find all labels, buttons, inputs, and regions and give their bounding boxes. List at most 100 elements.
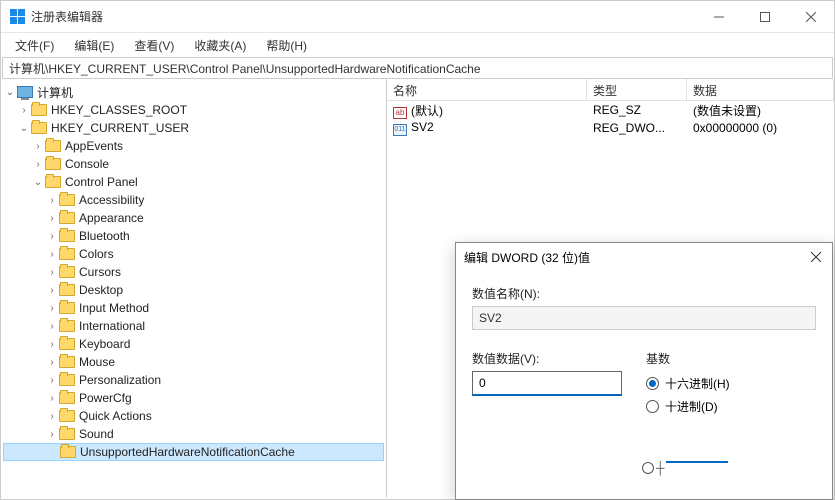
chevron-right-icon[interactable]: ›	[45, 267, 59, 278]
chevron-right-icon[interactable]: ›	[45, 411, 59, 422]
minimize-button[interactable]	[696, 1, 742, 33]
tree-node[interactable]: › Cursors	[3, 263, 384, 281]
menu-view[interactable]: 查看(V)	[126, 35, 182, 56]
tree-node[interactable]: › AppEvents	[3, 137, 384, 155]
chevron-right-icon[interactable]: ›	[45, 285, 59, 296]
chevron-right-icon[interactable]: ›	[45, 195, 59, 206]
col-type[interactable]: 类型	[587, 79, 687, 100]
dialog-title: 编辑 DWORD (32 位)值	[464, 249, 800, 266]
value-name-field[interactable]: SV2	[472, 306, 816, 330]
folder-icon	[31, 104, 47, 116]
regedit-icon	[9, 9, 25, 25]
chevron-right-icon[interactable]: ›	[45, 429, 59, 440]
value-data: 0x00000000 (0)	[687, 120, 834, 136]
tree-node[interactable]: › PowerCfg	[3, 389, 384, 407]
tree-label: HKEY_CURRENT_USER	[51, 121, 189, 135]
tree-node-computer[interactable]: ⌄ 计算机	[3, 83, 384, 101]
tree-label: Bluetooth	[79, 229, 130, 243]
tree-node[interactable]: ›Quick Actions	[3, 407, 384, 425]
tree-label: PowerCfg	[79, 391, 132, 405]
tree-node[interactable]: ⌄Control Panel	[3, 173, 384, 191]
tree-node[interactable]: › Console	[3, 155, 384, 173]
radio-icon	[646, 400, 659, 413]
tree-node[interactable]: › Bluetooth	[3, 227, 384, 245]
tree-label: Appearance	[79, 211, 144, 225]
radio-label: 十六进制(H)	[665, 375, 730, 392]
list-row[interactable]: 011SV2REG_DWO...0x00000000 (0)	[387, 119, 834, 137]
maximize-icon	[760, 12, 770, 22]
radix-hex-radio[interactable]: 十六进制(H)	[646, 375, 730, 392]
tree-node-hkcr[interactable]: › HKEY_CLASSES_ROOT	[3, 101, 384, 119]
tree-node[interactable]: UnsupportedHardwareNotificationCache	[3, 443, 384, 461]
tree-node[interactable]: › Colors	[3, 245, 384, 263]
tree-node[interactable]: ›Personalization	[3, 371, 384, 389]
tree-label: AppEvents	[65, 139, 123, 153]
menu-file[interactable]: 文件(F)	[7, 35, 62, 56]
folder-icon	[59, 194, 75, 206]
value-data: (数值未设置)	[687, 101, 834, 120]
address-bar[interactable]: 计算机\HKEY_CURRENT_USER\Control Panel\Unsu…	[2, 57, 833, 79]
chevron-right-icon[interactable]: ›	[45, 249, 59, 260]
menubar: 文件(F) 编辑(E) 查看(V) 收藏夹(A) 帮助(H)	[1, 33, 834, 57]
folder-icon	[59, 284, 75, 296]
chevron-down-icon[interactable]: ⌄	[17, 123, 31, 134]
tree-node[interactable]: › Keyboard	[3, 335, 384, 353]
chevron-right-icon[interactable]: ›	[17, 105, 31, 116]
list-row[interactable]: ab(默认)REG_SZ(数值未设置)	[387, 101, 834, 119]
chevron-right-icon[interactable]: ›	[45, 339, 59, 350]
edit-dword-dialog: 编辑 DWORD (32 位)值 数值名称(N): SV2 数值数据(V): 基…	[455, 242, 833, 500]
tree-label: Cursors	[79, 265, 121, 279]
tree-node[interactable]: ›Accessibility	[3, 191, 384, 209]
tree-label: Console	[65, 157, 109, 171]
folder-icon	[59, 410, 75, 422]
chevron-down-icon[interactable]: ⌄	[31, 177, 45, 188]
tree-label: Colors	[79, 247, 114, 261]
chevron-right-icon[interactable]: ›	[45, 213, 59, 224]
tree-label: Sound	[79, 427, 114, 441]
tree-label: Keyboard	[79, 337, 130, 351]
chevron-right-icon[interactable]: ›	[45, 375, 59, 386]
col-data[interactable]: 数据	[687, 79, 834, 100]
menu-help[interactable]: 帮助(H)	[258, 35, 315, 56]
tree-node[interactable]: › Appearance	[3, 209, 384, 227]
maximize-button[interactable]	[742, 1, 788, 33]
col-name[interactable]: 名称	[387, 79, 587, 100]
tree-node[interactable]: ›International	[3, 317, 384, 335]
tree-node[interactable]: › Sound	[3, 425, 384, 443]
chevron-right-icon[interactable]: ›	[45, 321, 59, 332]
value-name: (默认)	[411, 104, 443, 118]
close-icon	[811, 252, 821, 262]
chevron-right-icon[interactable]: ›	[31, 141, 45, 152]
chevron-right-icon[interactable]: ›	[31, 159, 45, 170]
tree-node[interactable]: ›Input Method	[3, 299, 384, 317]
folder-icon	[59, 392, 75, 404]
close-button[interactable]	[788, 1, 834, 33]
menu-edit[interactable]: 编辑(E)	[66, 35, 122, 56]
radix-group: 十六进制(H) 十进制(D)	[646, 375, 730, 415]
chevron-right-icon[interactable]: ›	[45, 357, 59, 368]
folder-icon	[59, 230, 75, 242]
tree-label: Desktop	[79, 283, 123, 297]
tree-panel[interactable]: ⌄ 计算机 › HKEY_CLASSES_ROOT ⌄ HKEY_CURRENT…	[1, 79, 387, 497]
window-title: 注册表编辑器	[31, 8, 103, 25]
folder-icon	[45, 176, 61, 188]
folder-icon	[60, 446, 76, 458]
menu-favorites[interactable]: 收藏夹(A)	[186, 35, 254, 56]
chevron-right-icon[interactable]: ›	[45, 303, 59, 314]
chevron-right-icon[interactable]: ›	[45, 231, 59, 242]
radix-dec-radio[interactable]: 十进制(D)	[646, 398, 730, 415]
folder-icon	[59, 320, 75, 332]
tree-node[interactable]: › Desktop	[3, 281, 384, 299]
chevron-down-icon[interactable]: ⌄	[3, 87, 17, 98]
folder-icon	[59, 212, 75, 224]
tree-node-hkcu[interactable]: ⌄ HKEY_CURRENT_USER	[3, 119, 384, 137]
string-value-icon: ab	[393, 107, 407, 119]
value-data-field[interactable]	[472, 371, 622, 396]
computer-icon	[17, 86, 33, 98]
chevron-right-icon[interactable]: ›	[45, 393, 59, 404]
tree-node[interactable]: › Mouse	[3, 353, 384, 371]
dialog-footer-bar	[666, 461, 728, 479]
folder-icon	[45, 140, 61, 152]
tree-label: Mouse	[79, 355, 115, 369]
dialog-close-button[interactable]	[800, 243, 832, 271]
